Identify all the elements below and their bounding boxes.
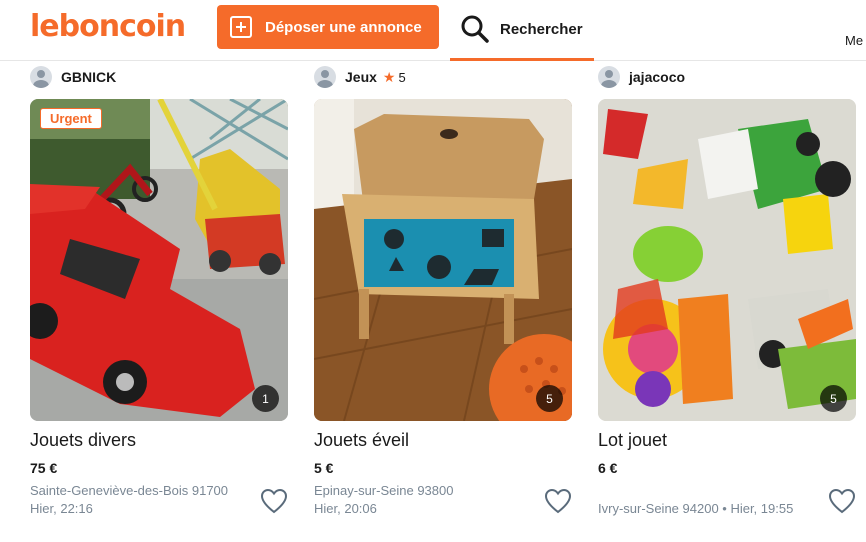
photo-count-badge: 5 [820, 385, 847, 412]
star-icon: ★ [382, 68, 396, 85]
avatar-icon [598, 66, 620, 88]
plus-square-icon [230, 16, 252, 38]
seller-info[interactable]: jajacoco [598, 64, 685, 90]
listing-price: 75 € [30, 460, 58, 476]
seller-name: GBNICK [61, 69, 117, 85]
listing-photo[interactable]: 5 [314, 99, 572, 421]
search-icon [461, 15, 489, 43]
seller-info[interactable]: Jeux ★ 5 [314, 64, 406, 90]
listing-location-date: Ivry-sur-Seine 94200 • Hier, 19:55 [598, 501, 794, 516]
listing-card[interactable]: Jeux ★ 5 5 Jouets éveil 5 € Epinay-sur-S… [314, 60, 572, 542]
photo-count-badge: 1 [252, 385, 279, 412]
listing-price: 5 € [314, 460, 334, 476]
photo-toy-lot [598, 99, 856, 421]
post-ad-label: Déposer une annonce [265, 18, 422, 36]
listing-photo[interactable]: 5 [598, 99, 856, 421]
seller-rating: 5 [398, 69, 406, 85]
avatar-icon [30, 66, 52, 88]
photo-shape-sorter [314, 99, 572, 421]
search-tab[interactable]: Rechercher [450, 0, 594, 61]
listing-title[interactable]: Lot jouet [598, 430, 667, 451]
listing-date: Hier, 22:16 [30, 501, 93, 516]
listing-card[interactable]: jajacoco 5 Lot jouet 6 € Ivry-sur-Seine … [598, 60, 856, 542]
avatar-icon [314, 66, 336, 88]
listing-title[interactable]: Jouets éveil [314, 430, 409, 451]
listing-card[interactable]: GBNICK Urgent 1 Jouets divers 75 € Saint… [30, 60, 288, 542]
listing-date: Hier, 20:06 [314, 501, 377, 516]
listing-location: Epinay-sur-Seine 93800 [314, 483, 454, 498]
photo-count-badge: 5 [536, 385, 563, 412]
seller-name: Jeux [345, 69, 377, 85]
top-header: leboncoin Déposer une annonce Rechercher… [0, 0, 866, 61]
seller-name: jajacoco [629, 69, 686, 85]
urgent-badge: Urgent [40, 108, 102, 129]
listing-price: 6 € [598, 460, 618, 476]
listing-location: Sainte-Geneviève-des-Bois 91700 [30, 483, 229, 498]
photo-kids-cars [30, 99, 288, 421]
seller-info[interactable]: GBNICK [30, 64, 116, 90]
heart-icon[interactable] [544, 488, 572, 514]
menu-truncated[interactable]: Me [845, 33, 863, 48]
site-logo[interactable]: leboncoin [30, 9, 186, 44]
heart-icon[interactable] [260, 488, 288, 514]
listing-photo[interactable]: Urgent 1 [30, 99, 288, 421]
listing-title[interactable]: Jouets divers [30, 430, 136, 451]
heart-icon[interactable] [828, 488, 856, 514]
search-label: Rechercher [500, 20, 583, 38]
post-ad-button[interactable]: Déposer une annonce [217, 5, 439, 49]
